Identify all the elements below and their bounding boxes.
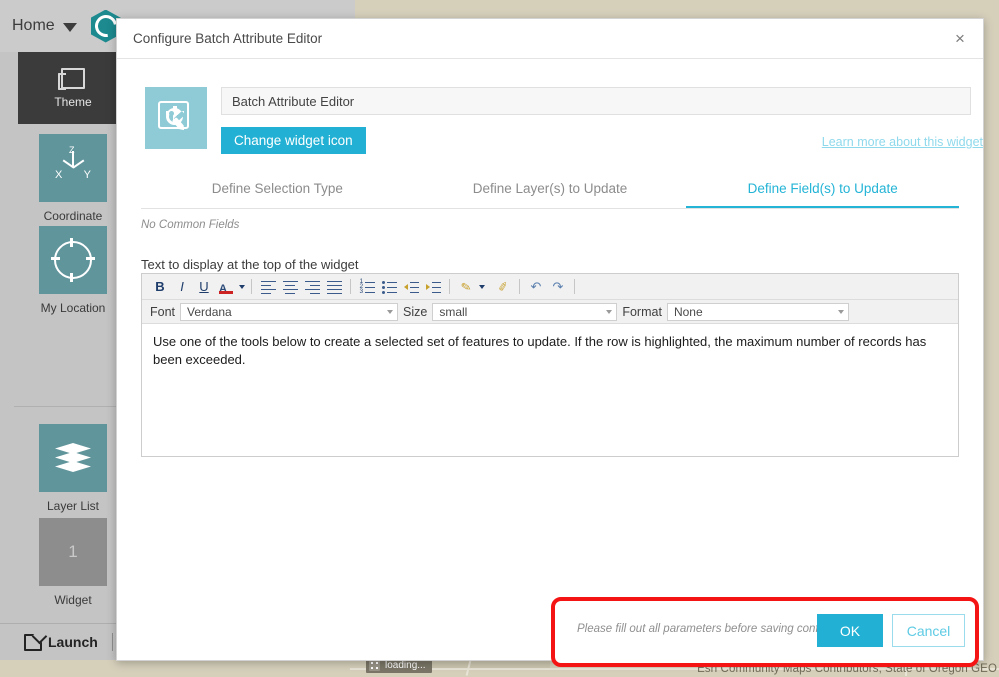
ok-button[interactable]: OK: [817, 614, 883, 647]
configure-widget-dialog: Configure Batch Attribute Editor × Batch…: [116, 18, 984, 661]
no-common-fields-message: No Common Fields: [141, 219, 240, 231]
widget-tile[interactable]: 1: [39, 518, 107, 586]
underline-icon[interactable]: U: [194, 277, 214, 297]
dialog-header: Configure Batch Attribute Editor ×: [117, 19, 983, 59]
undo-icon[interactable]: ↶: [526, 277, 546, 297]
layers-icon: [55, 443, 91, 473]
coordinate-icon: Z XY: [55, 145, 91, 181]
tab-define-fields-to-update[interactable]: Define Field(s) to Update: [686, 171, 960, 208]
widget-name-input[interactable]: Batch Attribute Editor: [221, 87, 971, 115]
text-color-icon[interactable]: A: [216, 277, 236, 297]
builder-tab-theme-label: Theme: [54, 94, 92, 109]
toolbar-divider: [251, 279, 252, 294]
dialog-body: Batch Attribute Editor Change widget ico…: [117, 59, 983, 612]
align-justify-icon[interactable]: [324, 277, 344, 297]
close-icon[interactable]: ×: [949, 28, 971, 50]
builder-tab-theme[interactable]: Theme: [18, 52, 128, 124]
toolbar-divider: [574, 279, 575, 294]
dialog-action-highlight: Please fill out all parameters before sa…: [551, 597, 979, 667]
font-select-value: Verdana: [187, 304, 232, 319]
loading-spinner-icon: [369, 660, 380, 671]
highlight-color-icon[interactable]: ✎: [456, 277, 476, 297]
align-right-icon[interactable]: [302, 277, 322, 297]
toolbar-divider: [350, 279, 351, 294]
validation-message: Please fill out all parameters before sa…: [577, 623, 828, 635]
widget-label: Coordinate: [43, 209, 103, 223]
size-select[interactable]: small: [432, 302, 618, 321]
footer-divider: [111, 633, 113, 651]
italic-icon[interactable]: I: [172, 277, 192, 297]
chevron-down-icon: [387, 309, 394, 314]
rich-text-font-bar: Font Verdana Size small Format None: [142, 300, 958, 324]
launch-button-label: Launch: [48, 634, 98, 650]
text-color-chevron-down-icon[interactable]: [239, 284, 245, 289]
gear-pencil-icon: [158, 100, 194, 136]
widget-cell-placeholder[interactable]: 1 Widget: [18, 518, 128, 607]
chevron-down-icon: [606, 309, 613, 314]
rich-text-label: Text to display at the top of the widget: [141, 257, 359, 272]
dialog-title: Configure Batch Attribute Editor: [133, 31, 323, 46]
align-left-icon[interactable]: [258, 277, 278, 297]
size-select-value: small: [439, 304, 468, 319]
numbered-list-icon[interactable]: 123: [357, 277, 377, 297]
toolbar-divider: [519, 279, 520, 294]
chevron-down-icon: [837, 309, 844, 314]
bold-icon[interactable]: B: [150, 277, 170, 297]
rich-text-editor: B I U A 1 2 3 ✎ ✐ ↶ ↷ Font Verdana Size …: [141, 273, 959, 457]
dialog-tab-bar: Define Selection Type Define Layer(s) to…: [141, 171, 960, 209]
widget-label: Widget: [54, 593, 92, 607]
widget-tile[interactable]: Z XY: [39, 134, 107, 202]
toolbar-divider: [449, 279, 450, 294]
map-loading-label: loading...: [385, 660, 426, 671]
indent-icon[interactable]: [423, 277, 443, 297]
remove-format-icon[interactable]: ✐: [493, 277, 513, 297]
change-widget-icon-button[interactable]: Change widget icon: [221, 127, 366, 154]
chevron-down-icon[interactable]: [62, 22, 77, 32]
highlight-color-chevron-down-icon[interactable]: [479, 284, 485, 289]
external-link-icon: [24, 633, 42, 651]
format-label: Format: [622, 304, 662, 319]
font-label: Font: [150, 304, 176, 319]
size-label: Size: [403, 304, 428, 319]
crosshair-icon: [51, 238, 95, 282]
learn-more-link[interactable]: Learn more about this widget: [822, 135, 983, 149]
widget-badge: 1: [68, 542, 78, 561]
widget-tile[interactable]: [39, 424, 107, 492]
font-select[interactable]: Verdana: [180, 302, 399, 321]
format-select-value: None: [673, 304, 703, 319]
format-select[interactable]: None: [666, 302, 849, 321]
widget-tile[interactable]: [39, 226, 107, 294]
widget-icon-preview[interactable]: [145, 87, 207, 149]
cancel-button[interactable]: Cancel: [892, 614, 965, 647]
widget-cell-coordinate[interactable]: Z XY Coordinate: [18, 134, 128, 223]
redo-icon[interactable]: ↷: [548, 277, 568, 297]
window-icon: [58, 67, 85, 90]
tab-define-selection-type[interactable]: Define Selection Type: [141, 171, 414, 208]
outdent-icon[interactable]: [401, 277, 421, 297]
rich-text-body[interactable]: Use one of the tools below to create a s…: [142, 324, 958, 378]
align-center-icon[interactable]: [280, 277, 300, 297]
tab-define-layers-to-update[interactable]: Define Layer(s) to Update: [414, 171, 687, 208]
rich-text-toolbar: B I U A 1 2 3 ✎ ✐ ↶ ↷: [142, 274, 958, 300]
bullet-list-icon[interactable]: [379, 277, 399, 297]
home-menu-label[interactable]: Home: [12, 17, 55, 35]
launch-button[interactable]: Launch: [24, 633, 98, 651]
